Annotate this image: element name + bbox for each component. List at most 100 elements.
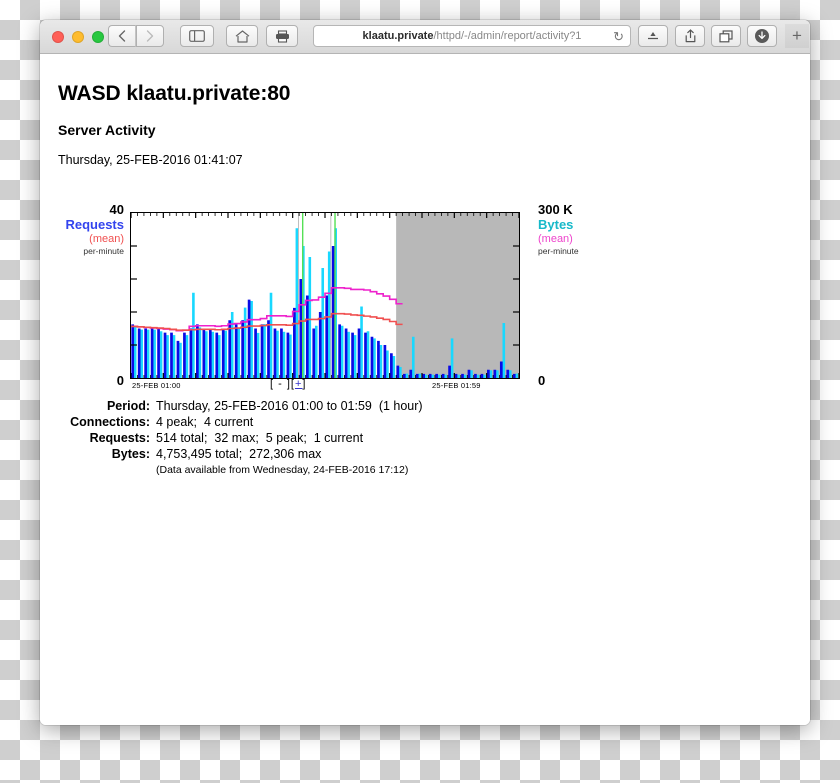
requests-bar — [293, 307, 296, 378]
bytes-bar — [276, 330, 279, 378]
summary-row-value: 514 total; 32 max; 5 peak; 1 current — [156, 431, 364, 445]
requests-bar — [318, 312, 322, 378]
right-axis-unit: per-minute — [538, 245, 579, 256]
report-timestamp: Thursday, 25-FEB-2016 01:41:07 — [58, 153, 243, 167]
bytes-bar — [431, 374, 434, 378]
printer-icon — [275, 29, 289, 43]
bytes-bar — [192, 292, 195, 378]
bytes-bar — [450, 338, 454, 378]
requests-bar — [441, 373, 445, 378]
plot-area[interactable] — [130, 212, 520, 379]
bytes-bar — [146, 329, 150, 378]
requests-bar — [370, 336, 374, 378]
bytes-bar — [211, 331, 215, 378]
page-title: WASD klaatu.private:80 — [58, 82, 291, 105]
home-button[interactable] — [226, 25, 258, 47]
bytes-bar — [205, 331, 208, 378]
requests-bar — [163, 332, 167, 378]
forward-button[interactable] — [136, 25, 164, 47]
plot-svg — [131, 213, 519, 378]
bytes-bar — [133, 325, 137, 378]
summary-row: Requests: 514 total; 32 max; 5 peak; 1 cu… — [58, 431, 423, 447]
requests-bar — [357, 328, 361, 378]
url-host: klaatu.private — [362, 30, 434, 42]
zoom-out-control[interactable]: [ - ] — [270, 378, 291, 390]
home-icon — [235, 29, 249, 43]
bytes-bar — [172, 335, 176, 378]
show-tabs-button[interactable] — [711, 25, 741, 47]
requests-bar — [183, 332, 186, 378]
bytes-bar — [198, 327, 202, 378]
requests-bar — [409, 369, 413, 378]
summary-row: Period: Thursday, 25-FEB-2016 01:00 to 01… — [58, 399, 423, 415]
requests-bar — [435, 373, 438, 378]
left-axis-unit: per-minute — [83, 245, 124, 256]
maximize-window-button[interactable] — [92, 31, 104, 43]
close-window-button[interactable] — [52, 31, 64, 43]
bytes-bar — [502, 323, 506, 378]
sidebar-icon — [189, 30, 205, 42]
bytes-bar — [424, 374, 428, 378]
bytes-bar — [476, 374, 480, 378]
requests-bar — [241, 320, 244, 378]
summary-row-key: Requests: — [89, 431, 150, 445]
requests-bar — [428, 373, 432, 378]
summary-row: Bytes: 4,753,495 total; 272,306 max — [58, 447, 423, 463]
right-axis-max: 300 K — [538, 202, 573, 217]
requests-bar — [467, 369, 471, 378]
zoom-in-bracket-close: ] — [302, 378, 307, 390]
summary-row-value: Thursday, 25-FEB-2016 01:00 to 01:59 (1 … — [156, 399, 423, 413]
print-button[interactable] — [266, 25, 298, 47]
right-axis-mean: (mean) — [538, 232, 573, 245]
bytes-bar — [185, 335, 189, 378]
page-content: WASD klaatu.private:80 Server Activity T… — [40, 54, 810, 725]
requests-bar — [305, 295, 309, 378]
bytes-bar — [340, 325, 344, 378]
minimize-window-button[interactable] — [72, 31, 84, 43]
summary-table: Period: Thursday, 25-FEB-2016 01:00 to 01… — [58, 399, 423, 476]
back-button[interactable] — [108, 25, 136, 47]
zoom-controls: [ - ][+] — [270, 378, 306, 390]
bookmark-button[interactable] — [638, 25, 668, 47]
browser-toolbar: klaatu.private/httpd/-/admin/report/acti… — [40, 20, 810, 54]
downloads-button[interactable] — [747, 25, 777, 47]
requests-bar — [383, 345, 387, 378]
requests-bar — [299, 279, 303, 378]
requests-bar — [377, 340, 380, 378]
requests-bar — [247, 299, 251, 378]
left-axis-series: Requests — [65, 217, 124, 233]
requests-bar — [415, 373, 419, 378]
bytes-bar — [405, 373, 409, 378]
section-heading: Server Activity — [58, 122, 156, 138]
requests-bar — [215, 332, 219, 378]
share-button[interactable] — [675, 25, 705, 47]
sidebar-toggle-button[interactable] — [180, 25, 214, 47]
bytes-bar — [360, 306, 363, 378]
requests-bar — [273, 328, 277, 378]
requests-bar — [480, 373, 484, 378]
requests-bar — [137, 328, 141, 378]
requests-bar — [344, 328, 348, 378]
requests-bar — [512, 373, 516, 378]
requests-bar — [351, 332, 354, 378]
bytes-bar — [399, 367, 402, 378]
requests-bar — [150, 328, 154, 378]
bytes-bar — [269, 292, 273, 378]
bytes-bar — [489, 370, 493, 378]
address-bar[interactable]: klaatu.private/httpd/-/admin/report/acti… — [313, 25, 631, 47]
summary-row: Connections: 4 peak; 4 current — [58, 415, 423, 431]
bookmark-icon — [648, 32, 658, 40]
requests-bar — [474, 373, 477, 378]
new-tab-button[interactable]: + — [785, 24, 809, 48]
requests-bar — [506, 369, 510, 378]
requests-bar — [331, 246, 335, 378]
requests-bar — [390, 353, 393, 378]
bytes-bar — [308, 257, 312, 378]
bytes-bar — [366, 331, 370, 378]
data-availability-note: (Data available from Wednesday, 24-FEB-2… — [156, 464, 409, 476]
bytes-bar — [463, 374, 467, 378]
right-axis-min: 0 — [538, 373, 546, 388]
reload-icon[interactable]: ↻ — [613, 29, 624, 44]
requests-bar — [202, 328, 206, 378]
x-axis-start-label: 25-FEB 01:00 — [132, 381, 181, 390]
